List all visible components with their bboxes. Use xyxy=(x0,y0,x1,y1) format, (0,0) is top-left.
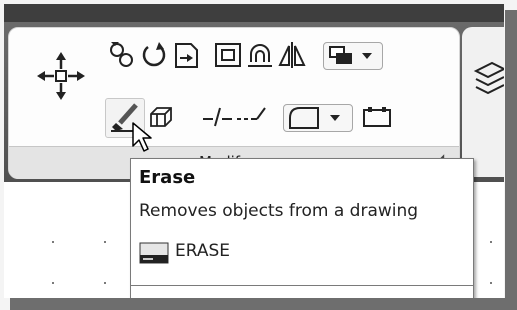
grid-dot xyxy=(52,282,54,284)
ribbon-tab-strip xyxy=(4,4,504,22)
move-tool[interactable] xyxy=(35,50,87,102)
modify-panel: Modify ◢ xyxy=(8,27,460,179)
mirror-icon xyxy=(278,42,306,68)
join-button[interactable] xyxy=(235,102,269,132)
mirror-button[interactable] xyxy=(277,40,307,70)
fillet-icon xyxy=(289,107,340,129)
tooltip-command: ERASE xyxy=(175,241,231,261)
rotate-button[interactable] xyxy=(139,40,169,70)
rotate-icon xyxy=(142,42,166,67)
trim-button[interactable] xyxy=(171,40,201,70)
grid-dot xyxy=(490,282,492,284)
grid-dot xyxy=(490,241,492,243)
grid-dot xyxy=(52,241,54,243)
stretch-icon xyxy=(363,107,391,127)
copy-button[interactable] xyxy=(107,40,137,70)
trim-icon xyxy=(175,43,198,68)
frame-shadow-bottom xyxy=(10,298,517,310)
join-icon xyxy=(237,107,266,120)
tooltip-description: Removes objects from a drawing xyxy=(139,201,419,221)
break-icon xyxy=(203,107,232,127)
erase-tooltip: Erase Removes objects from a drawing ERA… xyxy=(130,158,474,298)
array-icon xyxy=(248,44,272,67)
draworder-icon xyxy=(329,46,372,64)
array-button[interactable] xyxy=(245,40,275,70)
frame-shadow-right xyxy=(505,10,517,310)
application-window: Modify ◢ Erase Removes objects from a dr… xyxy=(4,4,504,298)
tooltip-title: Erase xyxy=(139,167,196,188)
fillet-dropdown[interactable] xyxy=(283,104,353,132)
copy-icon xyxy=(110,42,133,67)
layers-icon[interactable] xyxy=(470,57,504,117)
draworder-dropdown[interactable] xyxy=(323,42,383,70)
layers-panel xyxy=(462,27,504,177)
grid-dot xyxy=(104,282,106,284)
mouse-pointer-icon xyxy=(132,122,152,152)
move-icon xyxy=(37,52,85,100)
offset-button[interactable] xyxy=(213,40,243,70)
offset-icon xyxy=(215,43,241,67)
tooltip-separator xyxy=(131,285,473,286)
stretch-button[interactable] xyxy=(359,102,395,132)
grid-dot xyxy=(104,241,106,243)
command-line-icon xyxy=(139,242,169,264)
break-button[interactable] xyxy=(201,102,233,132)
